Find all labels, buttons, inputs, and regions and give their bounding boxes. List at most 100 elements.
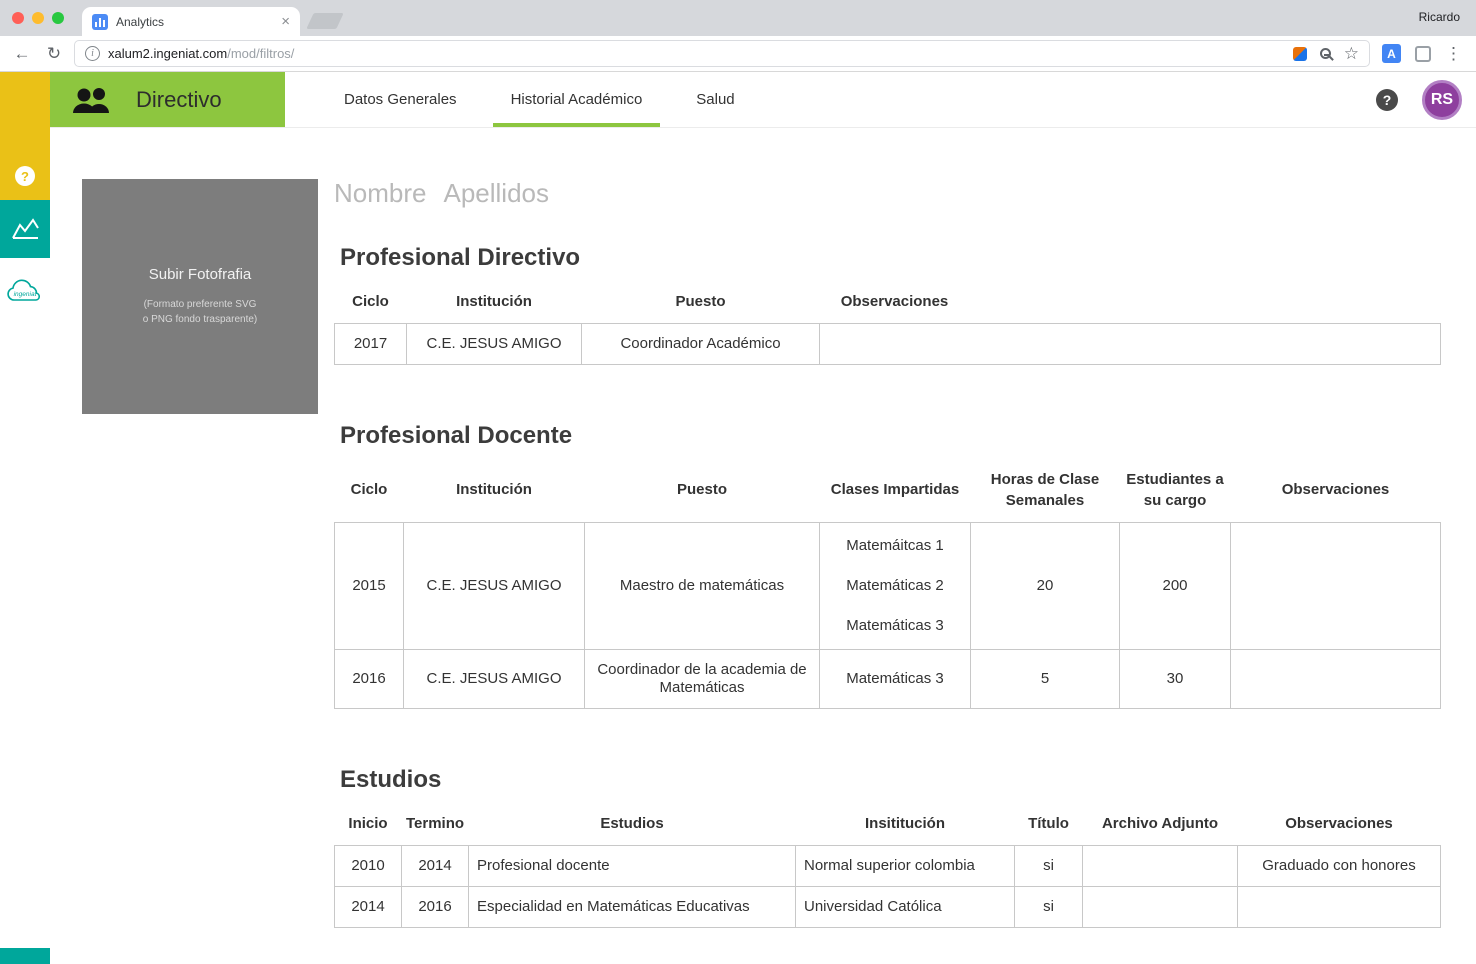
url-path: /mod/filtros/ [227,46,294,61]
section-tabs: Datos Generales Historial Académico Salu… [317,72,762,127]
section-title-profesional-docente: Profesional Docente [340,422,1441,450]
table-cell: 2017 [335,323,407,364]
column-header: Puesto [582,282,820,324]
address-bar[interactable]: i xalum2.ingeniat.com/mod/filtros/ ☆ [74,40,1370,67]
extension-icon[interactable] [1415,46,1431,62]
tab-salud[interactable]: Salud [682,72,748,127]
table-cell [1083,845,1238,886]
section-title-profesional-directivo: Profesional Directivo [340,244,1441,272]
table-cell: Especialidad en Matemáticas Educativas [469,886,796,927]
table-cell: C.E. JESUS AMIGO [404,649,585,708]
url-text[interactable]: xalum2.ingeniat.com/mod/filtros/ [108,46,1285,61]
table-cell-line: Matemáticas 3 [828,659,962,699]
window-minimize-button[interactable] [32,12,44,24]
table-cell: si [1015,845,1083,886]
table-header-row: CicloInstituciónPuestoObservaciones [335,282,1441,324]
tab-title: Analytics [116,15,273,29]
column-header-filler [970,282,1441,324]
table-cell: 2010 [335,845,402,886]
column-header: Archivo Adjunto [1083,804,1238,846]
bookmark-star-icon[interactable]: ☆ [1344,45,1359,62]
table-cell: 200 [1120,522,1231,649]
sidebar-help-icon[interactable]: ? [15,166,35,186]
column-header: Horas de Clase Semanales [971,460,1120,523]
profesional-directivo-table: CicloInstituciónPuestoObservaciones 2017… [334,282,1441,365]
table-cell: C.E. JESUS AMIGO [407,323,582,364]
photo-upload-box[interactable]: Subir Fotofrafia (Formato preferente SVG… [82,179,318,414]
profesional-docente-table: CicloInstituciónPuestoClases ImpartidasH… [334,460,1441,709]
table-cell: Matemáticas 3 [820,649,971,708]
header-right: ? RS [1376,72,1476,127]
browser-toolbar: ← ↻ i xalum2.ingeniat.com/mod/filtros/ ☆… [0,36,1476,72]
column-header: Ciclo [335,282,407,324]
column-header: Institución [404,460,585,523]
table-cell: C.E. JESUS AMIGO [404,522,585,649]
column-header: Observaciones [1231,460,1441,523]
sidebar-analytics-item[interactable] [0,200,50,258]
table-cell: 20 [971,522,1120,649]
table-cell: Maestro de matemáticas [585,522,820,649]
ingeniat-logo[interactable]: ingeniat [4,278,46,311]
new-tab-button[interactable] [306,13,343,29]
table-cell: 2016 [402,886,469,927]
translate-extension-icon[interactable]: A [1382,44,1401,63]
analytics-chart-icon [10,216,40,242]
table-cell [1238,886,1441,927]
help-icon[interactable]: ? [1376,89,1398,111]
table-cell [820,323,1441,364]
zoom-icon[interactable] [1320,48,1331,59]
tab-historial-academico[interactable]: Historial Académico [497,72,657,127]
column-header: Insititución [796,804,1015,846]
table-cell: si [1015,886,1083,927]
table-row: 20102014Profesional docenteNormal superi… [335,845,1441,886]
column-header: Ciclo [335,460,404,523]
table-cell-line: Matemáitcas 1 [828,526,962,566]
table-cell: Coordinador de la academia de Matemática… [585,649,820,708]
module-title: Directivo [136,87,222,113]
page-action-icon[interactable] [1293,47,1307,61]
table-cell-line: Matemáticas 2 [828,566,962,606]
omnibox-actions: ☆ [1293,45,1359,62]
estudios-table: InicioTerminoEstudiosInsitituciónTítuloA… [334,804,1441,928]
browser-tab-analytics[interactable]: Analytics × [82,7,300,36]
page-content: Subir Fotofrafia (Formato preferente SVG… [50,128,1476,964]
first-name-placeholder: Nombre [334,178,426,208]
table-cell: Coordinador Académico [582,323,820,364]
browser-tabstrip: Analytics × Ricardo [0,0,1476,36]
table-cell: 2015 [335,522,404,649]
table-cell: 30 [1120,649,1231,708]
column-header: Observaciones [820,282,970,324]
toolbar-extensions: A ⋮ [1378,44,1466,63]
column-header: Observaciones [1238,804,1441,846]
user-avatar[interactable]: RS [1422,80,1462,120]
column-header: Estudiantes a su cargo [1120,460,1231,523]
column-header: Puesto [585,460,820,523]
table-header-row: CicloInstituciónPuestoClases ImpartidasH… [335,460,1441,523]
table-header-row: InicioTerminoEstudiosInsitituciónTítuloA… [335,804,1441,846]
photo-upload-title: Subir Fotofrafia [149,266,252,283]
chrome-profile-name[interactable]: Ricardo [1419,10,1460,24]
tab-close-icon[interactable]: × [281,14,290,29]
column-header: Inicio [335,804,402,846]
directivo-people-icon [72,86,114,114]
main-panel: Directivo Datos Generales Historial Acad… [50,72,1476,964]
window-zoom-button[interactable] [52,12,64,24]
window-close-button[interactable] [12,12,24,24]
column-header: Título [1015,804,1083,846]
table-cell: Universidad Católica [796,886,1015,927]
person-name: NombreApellidos [334,179,1441,208]
sidebar-yellow-section: ? [0,72,50,200]
back-icon[interactable]: ← [10,42,34,66]
table-row: 20142016Especialidad en Matemáticas Educ… [335,886,1441,927]
browser-menu-icon[interactable]: ⋮ [1445,45,1462,62]
analytics-favicon-icon [92,14,108,30]
page-info-icon[interactable]: i [85,46,100,61]
tab-datos-generales[interactable]: Datos Generales [330,72,471,127]
table-cell: 5 [971,649,1120,708]
profile-details: NombreApellidos Profesional Directivo Ci… [334,179,1441,944]
app-shell: ? ingeniat [0,72,1476,964]
reload-icon[interactable]: ↻ [42,42,66,66]
column-header: Clases Impartidas [820,460,971,523]
table-row: 2016C.E. JESUS AMIGOCoordinador de la ac… [335,649,1441,708]
module-badge: Directivo [50,72,285,127]
